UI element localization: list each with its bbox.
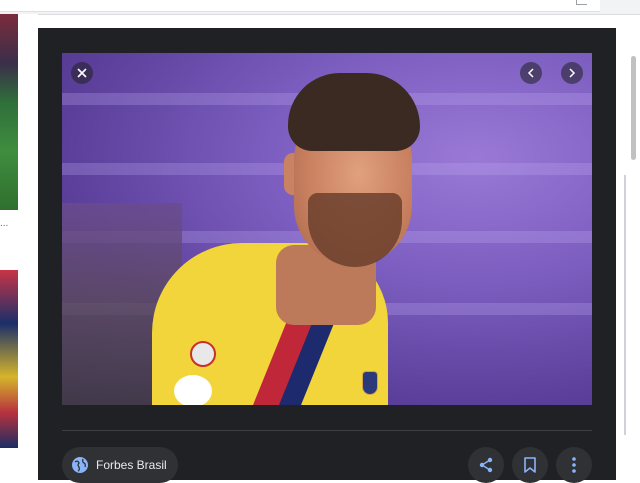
chevron-left-icon	[527, 68, 534, 78]
more-options-button[interactable]	[556, 447, 592, 483]
hair	[288, 73, 420, 151]
previous-image-button[interactable]	[520, 62, 542, 84]
result-caption[interactable]: ...	[0, 218, 18, 232]
share-icon	[479, 457, 493, 473]
more-vertical-icon	[572, 457, 576, 473]
close-button[interactable]	[71, 62, 93, 84]
divider	[62, 430, 592, 431]
chevron-right-icon	[569, 68, 576, 78]
browser-top-strip	[0, 0, 640, 15]
scrollbar-line	[624, 175, 626, 435]
result-caption[interactable]	[0, 456, 18, 470]
preview-image[interactable]	[62, 53, 592, 405]
close-icon	[77, 68, 87, 78]
club-crest	[362, 371, 378, 395]
bookmark-icon	[524, 457, 536, 473]
sleeve-badge	[190, 341, 216, 367]
save-button[interactable]	[512, 447, 548, 483]
source-label: Forbes Brasil	[96, 458, 167, 472]
address-area	[0, 0, 600, 12]
source-link[interactable]: Forbes Brasil	[62, 447, 178, 483]
scrollbar-thumb[interactable]	[631, 56, 636, 160]
share-button[interactable]	[468, 447, 504, 483]
result-thumbnail[interactable]	[0, 14, 18, 210]
result-thumbnail[interactable]	[0, 270, 18, 448]
next-image-button[interactable]	[561, 62, 583, 84]
window-corner	[576, 0, 587, 5]
league-badge	[174, 375, 212, 405]
globe-icon	[71, 456, 89, 474]
